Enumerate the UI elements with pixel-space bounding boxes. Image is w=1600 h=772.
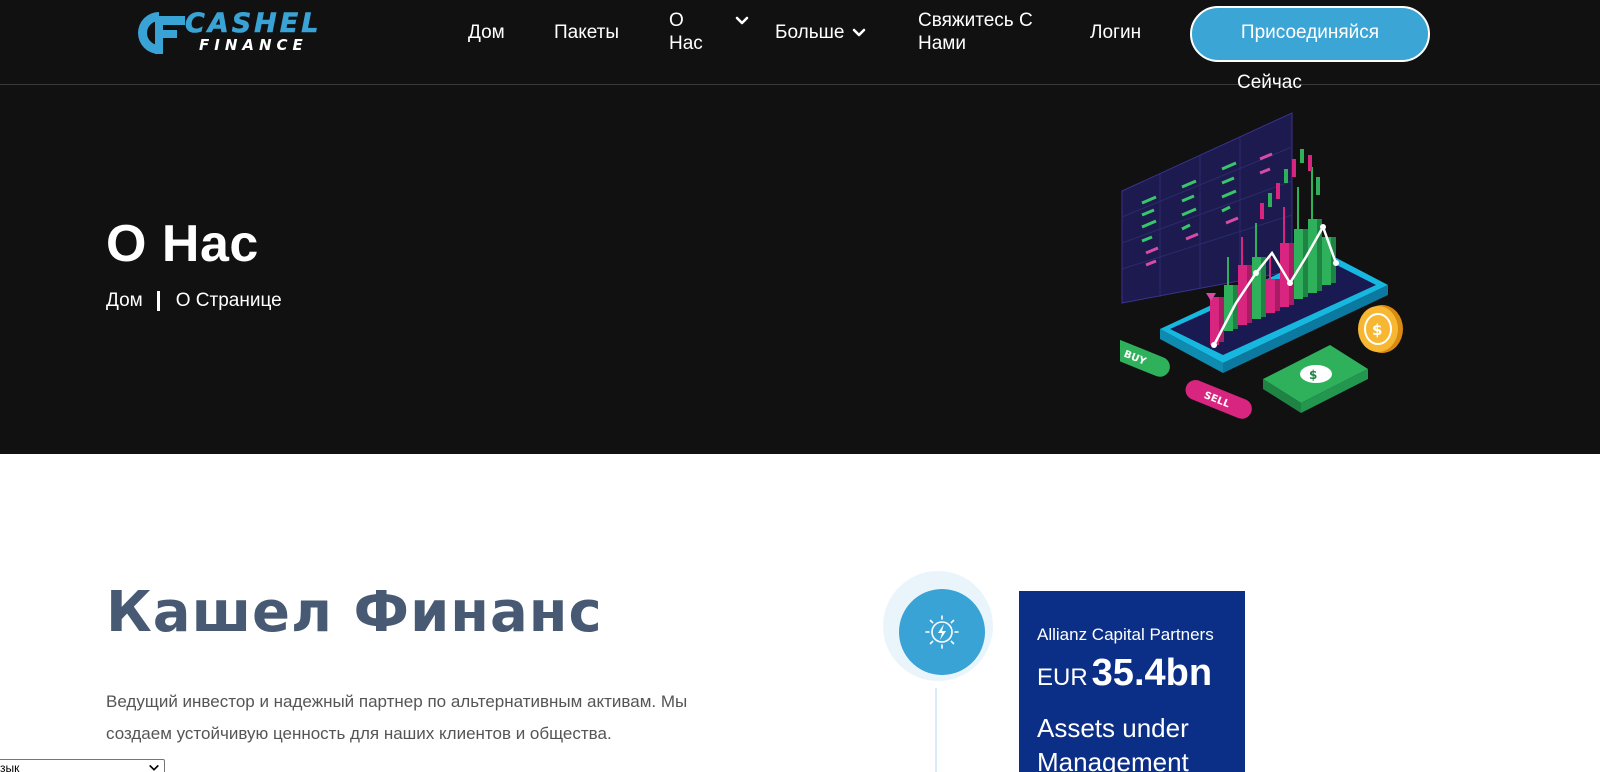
allianz-assets-card: Allianz Capital Partners EUR 35.4bn Asset…	[1019, 591, 1245, 772]
feature-icon-badge	[883, 571, 993, 681]
nav-packages[interactable]: Пакеты	[554, 21, 619, 44]
svg-text:$: $	[1372, 321, 1382, 339]
lightning-bulb-icon	[925, 615, 959, 649]
breadcrumb: Дом О Странице	[106, 290, 282, 312]
card-caption: Assets under Management	[1037, 711, 1245, 772]
join-now-button[interactable]: Присоединяйся	[1190, 6, 1430, 62]
nav-contact-line2: Нами	[918, 33, 966, 54]
logo-wordmark: CASHEL FINANCE	[185, 10, 321, 53]
nav-login[interactable]: Логин	[1090, 21, 1141, 44]
breadcrumb-home-link[interactable]: Дом	[106, 290, 143, 312]
nav-about-line2: Нас	[669, 33, 703, 54]
nav-contact[interactable]: Свяжитесь С Нами	[918, 9, 1033, 55]
nav-about-label: О Нас	[669, 9, 703, 55]
logo-mark-icon	[138, 12, 185, 54]
nav-contact-line1: Свяжитесь С	[918, 10, 1033, 31]
chevron-down-icon	[853, 28, 866, 37]
breadcrumb-current: О Странице	[175, 290, 282, 311]
nav-home[interactable]: Дом	[468, 21, 505, 44]
card-amount: 35.4bn	[1091, 652, 1213, 694]
page-title: О Нас	[106, 215, 259, 273]
language-select[interactable]: зык	[0, 759, 165, 772]
timeline-line	[935, 688, 937, 772]
chevron-down-icon	[735, 16, 749, 25]
nav-about-line1: О	[669, 10, 684, 31]
svg-text:$: $	[1309, 368, 1317, 382]
site-logo[interactable]: CASHEL FINANCE	[133, 8, 338, 60]
logo-word-cashel: CASHEL	[185, 8, 322, 39]
card-amount-row: EUR 35.4bn	[1037, 653, 1245, 701]
chevron-down-icon	[149, 764, 159, 771]
icon-circle	[899, 589, 985, 675]
card-currency: EUR	[1037, 664, 1088, 691]
nav-more-label: Больше	[775, 22, 845, 43]
page-hero: О Нас Дом О Странице BUY SELL $ $	[0, 85, 1600, 454]
join-button-label-overflow[interactable]: Сейчас	[1237, 72, 1302, 94]
card-caption-line2: Management	[1037, 747, 1189, 772]
card-caption-line1: Assets under	[1037, 713, 1189, 743]
language-select-value: зык	[0, 761, 20, 772]
company-title: Кашел Финанс	[106, 580, 603, 645]
company-description: Ведущий инвестор и надежный партнер по а…	[106, 692, 688, 743]
logo-word-finance: FINANCE	[199, 36, 308, 54]
join-button-label: Присоединяйся	[1240, 22, 1380, 43]
site-header: CASHEL FINANCE Дом Пакеты О Нас Больше С…	[0, 0, 1600, 85]
trading-chart-illustration: BUY SELL $ $	[1120, 112, 1403, 419]
nav-more[interactable]: Больше	[775, 21, 866, 44]
breadcrumb-separator	[156, 291, 160, 311]
card-company: Allianz Capital Partners	[1037, 625, 1214, 644]
nav-about[interactable]: О Нас	[669, 9, 749, 55]
